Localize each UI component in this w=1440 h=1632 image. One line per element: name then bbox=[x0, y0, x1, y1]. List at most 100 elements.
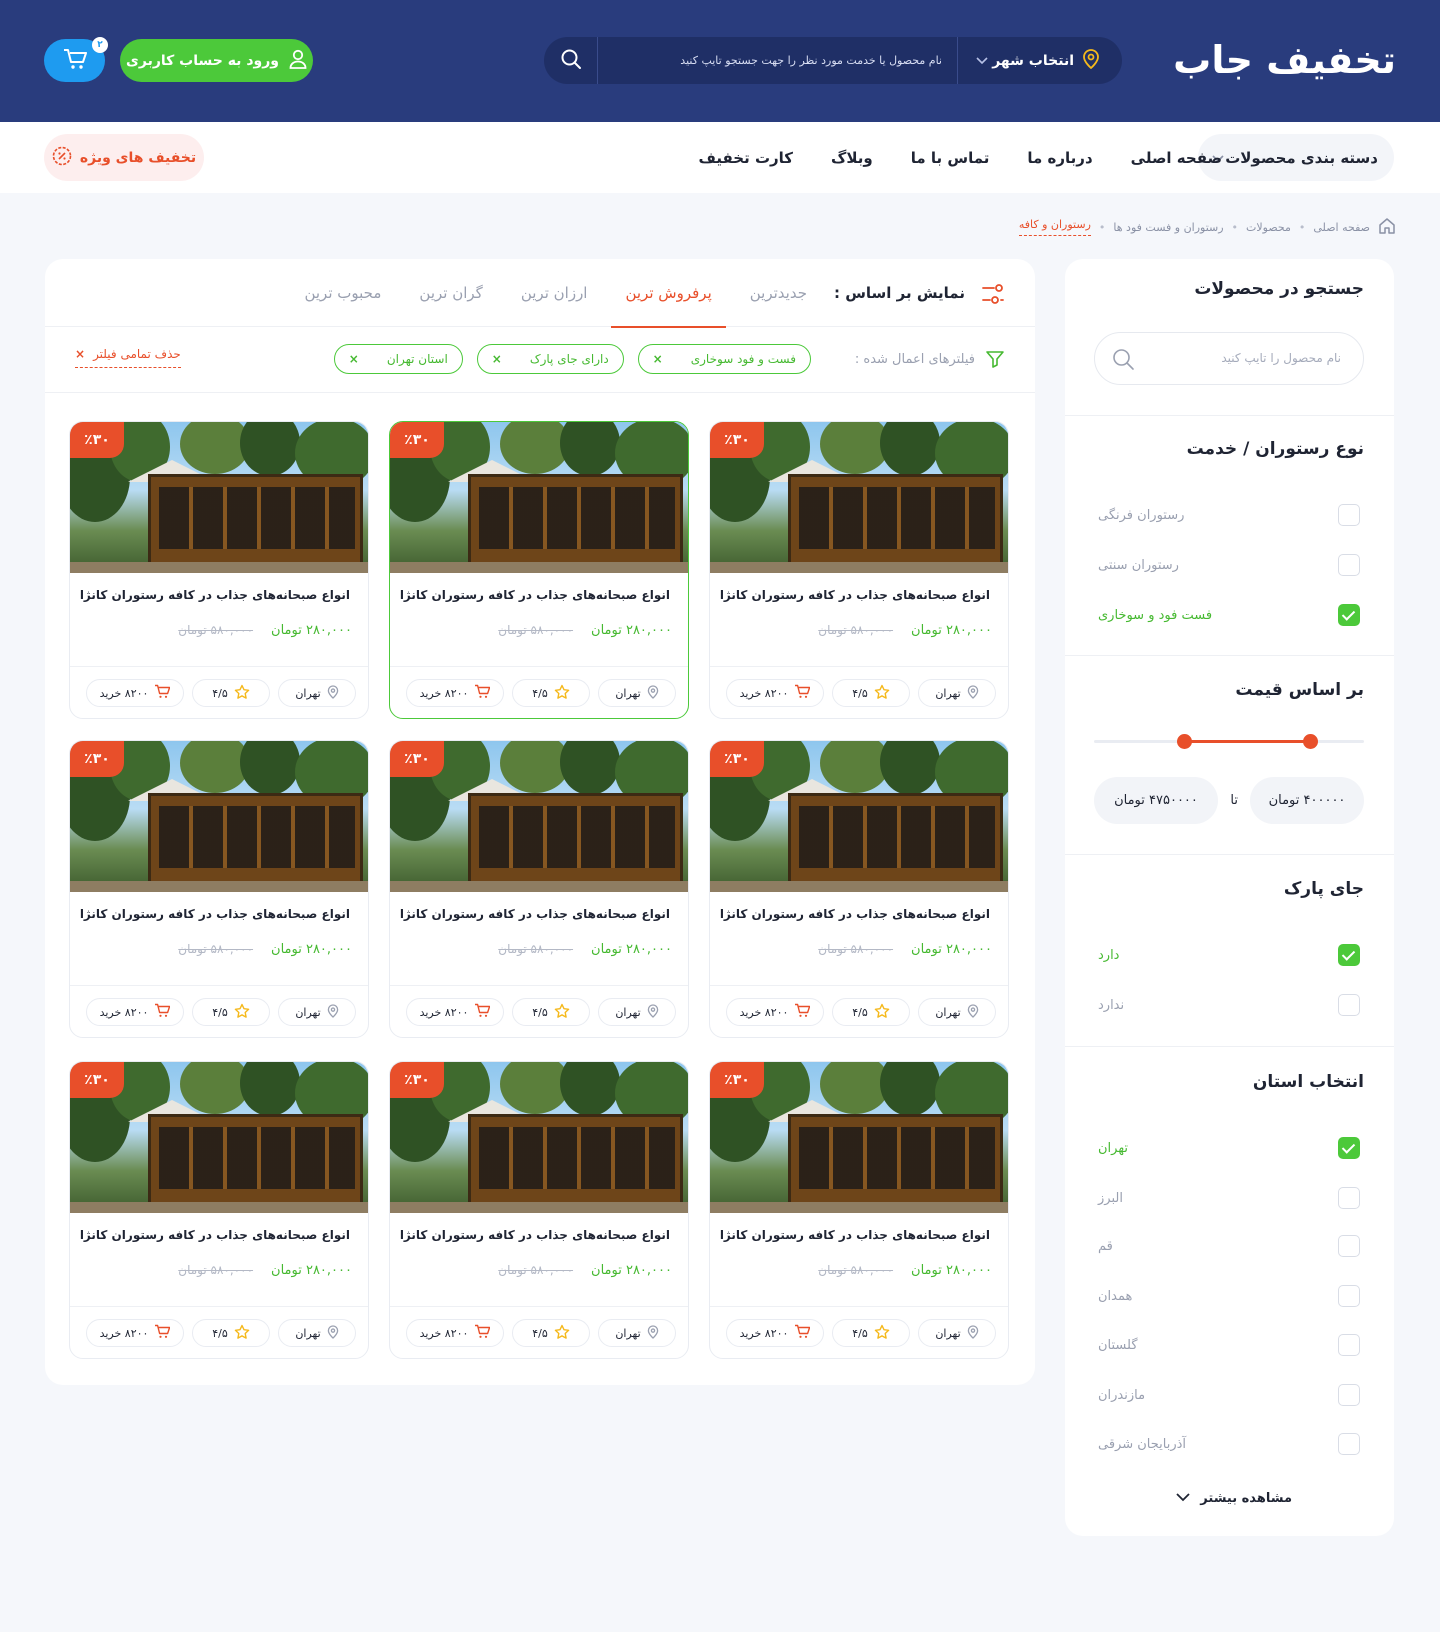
product-image[interactable]: ٪۳۰ bbox=[710, 741, 1008, 892]
checkbox[interactable] bbox=[1338, 994, 1360, 1016]
product-title[interactable]: انواع صبحانه‌های جذاب در کافه رستوران کا… bbox=[720, 1228, 990, 1242]
product-title[interactable]: انواع صبحانه‌های جذاب در کافه رستوران کا… bbox=[720, 907, 990, 921]
filter-chip[interactable]: فست و فود سوخاری × bbox=[637, 344, 811, 374]
checkbox[interactable] bbox=[1338, 1187, 1360, 1209]
product-card[interactable]: ٪۳۰ انواع صبحانه‌های جذاب در کافه رستورا… bbox=[389, 1061, 689, 1359]
product-card[interactable]: ٪۳۰ انواع صبحانه‌های جذاب در کافه رستورا… bbox=[69, 1061, 369, 1359]
type-option-western[interactable]: رستوران فرنگی bbox=[1098, 503, 1360, 527]
sort-tab-most-expensive[interactable]: گران ترین bbox=[419, 259, 482, 327]
product-buy-count[interactable]: ۸۲۰۰ خرید bbox=[406, 679, 504, 707]
price-max-handle[interactable] bbox=[1303, 734, 1318, 749]
product-card[interactable]: ٪۳۰ انواع صبحانه‌های جذاب در کافه رستورا… bbox=[389, 421, 689, 719]
product-card[interactable]: ٪۳۰ انواع صبحانه‌های جذاب در کافه رستورا… bbox=[709, 1061, 1009, 1359]
home-icon[interactable] bbox=[1378, 217, 1396, 238]
login-button[interactable]: ورود به حساب کاربری bbox=[120, 39, 313, 82]
product-card[interactable]: ٪۳۰ انواع صبحانه‌های جذاب در کافه رستورا… bbox=[709, 740, 1009, 1038]
breadcrumb-category[interactable]: رستوران و فست فود ها bbox=[1113, 221, 1223, 234]
nav-link-about[interactable]: درباره ما bbox=[1027, 149, 1092, 167]
province-option[interactable]: مازندران bbox=[1098, 1383, 1360, 1407]
nav-link-contact[interactable]: تماس با ما bbox=[911, 149, 990, 167]
sort-tab-bestselling[interactable]: پرفروش ترین bbox=[611, 259, 727, 328]
checkbox-checked[interactable] bbox=[1338, 1137, 1360, 1159]
product-old-price: ۵۸۰,۰۰۰ تومان bbox=[178, 942, 254, 956]
product-rating: ۴/۵ bbox=[832, 679, 910, 707]
checkbox[interactable] bbox=[1338, 1235, 1360, 1257]
checkbox-checked[interactable] bbox=[1338, 944, 1360, 966]
search-icon[interactable] bbox=[1111, 347, 1135, 375]
price-max-field[interactable]: ۴۷۵۰۰۰۰ تومان bbox=[1094, 777, 1218, 824]
type-option-fastfood[interactable]: فست فود و سوخاری bbox=[1098, 603, 1360, 627]
product-title[interactable]: انواع صبحانه‌های جذاب در کافه رستوران کا… bbox=[80, 588, 350, 602]
product-buy-count[interactable]: ۸۲۰۰ خرید bbox=[726, 1319, 824, 1347]
product-image[interactable]: ٪۳۰ bbox=[70, 422, 368, 573]
sort-tab-cheapest[interactable]: ارزان ترین bbox=[521, 259, 588, 327]
province-option[interactable]: آذربایجان شرقی bbox=[1098, 1432, 1360, 1456]
show-more-button[interactable]: مشاهده بیشتر bbox=[1176, 1491, 1292, 1506]
product-buy-count[interactable]: ۸۲۰۰ خرید bbox=[86, 679, 184, 707]
close-icon[interactable]: × bbox=[349, 352, 359, 366]
product-buy-count[interactable]: ۸۲۰۰ خرید bbox=[86, 1319, 184, 1347]
type-option-traditional[interactable]: رستوران سنتی bbox=[1098, 553, 1360, 577]
product-title[interactable]: انواع صبحانه‌های جذاب در کافه رستوران کا… bbox=[400, 588, 670, 602]
sort-tab-most-popular[interactable]: محبوب ترین bbox=[304, 259, 381, 327]
product-card[interactable]: ٪۳۰ انواع صبحانه‌های جذاب در کافه رستورا… bbox=[709, 421, 1009, 719]
sidebar-search-field[interactable]: نام محصول را تایپ کنید bbox=[1094, 332, 1364, 385]
city-select[interactable]: انتخاب شهر bbox=[957, 37, 1122, 84]
checkbox[interactable] bbox=[1338, 1433, 1360, 1455]
price-min-field[interactable]: ۴۰۰۰۰۰ تومان bbox=[1250, 777, 1364, 824]
clear-all-filters-button[interactable]: حذف تمامی فیلتر × bbox=[75, 347, 181, 368]
product-title[interactable]: انواع صبحانه‌های جذاب در کافه رستوران کا… bbox=[400, 1228, 670, 1242]
province-option[interactable]: تهران bbox=[1098, 1136, 1360, 1160]
search-button[interactable] bbox=[544, 37, 598, 84]
cart-button[interactable]: ۲ bbox=[44, 37, 108, 82]
categories-dropdown[interactable]: دسته بندی محصولات bbox=[1198, 134, 1394, 181]
nav-link-discount-card[interactable]: کارت تخفیف bbox=[699, 149, 794, 167]
checkbox[interactable] bbox=[1338, 1384, 1360, 1406]
product-title[interactable]: انواع صبحانه‌های جذاب در کافه رستوران کا… bbox=[400, 907, 670, 921]
product-buy-count[interactable]: ۸۲۰۰ خرید bbox=[406, 998, 504, 1026]
product-title[interactable]: انواع صبحانه‌های جذاب در کافه رستوران کا… bbox=[80, 907, 350, 921]
province-option[interactable]: گلستان bbox=[1098, 1333, 1360, 1357]
product-image[interactable]: ٪۳۰ bbox=[390, 1062, 688, 1213]
checkbox[interactable] bbox=[1338, 554, 1360, 576]
divider bbox=[1065, 415, 1394, 416]
product-card[interactable]: ٪۳۰ انواع صبحانه‌های جذاب در کافه رستورا… bbox=[69, 421, 369, 719]
province-option[interactable]: البرز bbox=[1098, 1186, 1360, 1210]
checkbox[interactable] bbox=[1338, 1334, 1360, 1356]
province-option[interactable]: قم bbox=[1098, 1234, 1360, 1258]
product-buy-count[interactable]: ۸۲۰۰ خرید bbox=[726, 998, 824, 1026]
parking-option-yes[interactable]: دارد bbox=[1098, 943, 1360, 967]
price-min-handle[interactable] bbox=[1177, 734, 1192, 749]
product-image[interactable]: ٪۳۰ bbox=[390, 422, 688, 573]
product-image[interactable]: ٪۳۰ bbox=[70, 1062, 368, 1213]
filter-chip[interactable]: استان تهران × bbox=[333, 344, 463, 374]
product-card[interactable]: ٪۳۰ انواع صبحانه‌های جذاب در کافه رستورا… bbox=[389, 740, 689, 1038]
checkbox[interactable] bbox=[1338, 1285, 1360, 1307]
close-icon[interactable]: × bbox=[653, 352, 663, 366]
special-discounts-button[interactable]: تخفیف های ویژه bbox=[44, 134, 204, 181]
product-image[interactable]: ٪۳۰ bbox=[70, 741, 368, 892]
product-title[interactable]: انواع صبحانه‌های جذاب در کافه رستوران کا… bbox=[80, 1228, 350, 1242]
product-buy-count[interactable]: ۸۲۰۰ خرید bbox=[86, 998, 184, 1026]
province-option[interactable]: همدان bbox=[1098, 1284, 1360, 1308]
close-icon[interactable]: × bbox=[492, 352, 502, 366]
checkbox-checked[interactable] bbox=[1338, 604, 1360, 626]
product-image[interactable]: ٪۳۰ bbox=[710, 422, 1008, 573]
breadcrumb-products[interactable]: محصولات bbox=[1246, 221, 1291, 234]
nav-link-home[interactable]: صفحه اصلی bbox=[1131, 149, 1222, 167]
filter-chip[interactable]: دارای جای پارک × bbox=[476, 344, 624, 374]
breadcrumb-home[interactable]: صفحه اصلی bbox=[1313, 221, 1370, 234]
search-input[interactable]: نام محصول یا خدمت مورد نظر را جهت جستجو … bbox=[680, 37, 942, 84]
product-buy-count[interactable]: ۸۲۰۰ خرید bbox=[406, 1319, 504, 1347]
site-logo[interactable]: تخفیف جاب bbox=[1173, 36, 1398, 84]
product-title[interactable]: انواع صبحانه‌های جذاب در کافه رستوران کا… bbox=[720, 588, 990, 602]
product-buy-count[interactable]: ۸۲۰۰ خرید bbox=[726, 679, 824, 707]
parking-option-no[interactable]: ندارد bbox=[1098, 993, 1360, 1017]
price-range-slider[interactable] bbox=[1094, 734, 1364, 749]
sort-tab-newest[interactable]: جدیدترین bbox=[750, 259, 807, 327]
product-image[interactable]: ٪۳۰ bbox=[390, 741, 688, 892]
product-image[interactable]: ٪۳۰ bbox=[710, 1062, 1008, 1213]
checkbox[interactable] bbox=[1338, 504, 1360, 526]
product-card[interactable]: ٪۳۰ انواع صبحانه‌های جذاب در کافه رستورا… bbox=[69, 740, 369, 1038]
nav-link-blog[interactable]: وبلاگ bbox=[831, 149, 873, 167]
